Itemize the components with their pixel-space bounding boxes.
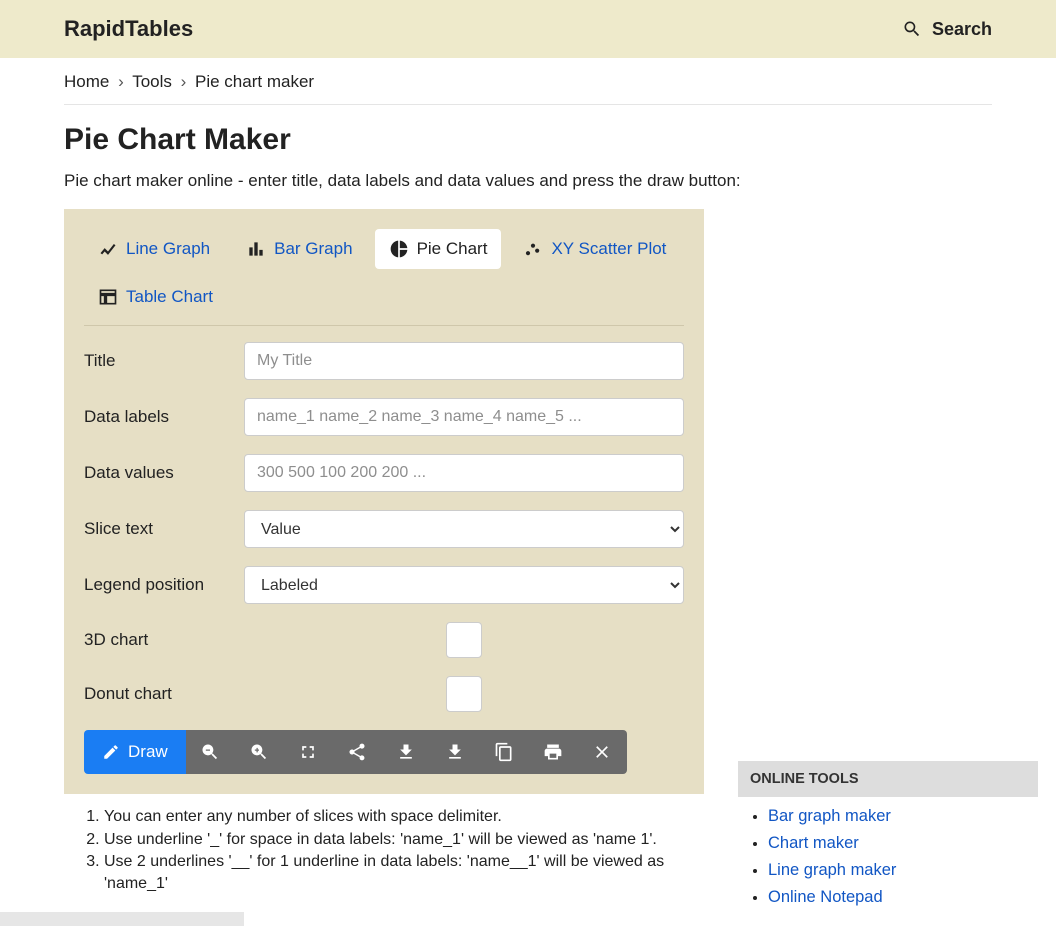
download-icon <box>396 742 416 762</box>
donut-chart-label: Donut chart <box>84 684 224 704</box>
pie-chart-icon <box>389 239 409 259</box>
action-bar: Draw <box>84 730 684 774</box>
zoom-in-button[interactable] <box>235 730 284 774</box>
bottom-stub <box>0 912 244 926</box>
slice-text-label: Slice text <box>84 519 224 539</box>
tab-xy-scatter[interactable]: XY Scatter Plot <box>509 229 680 269</box>
zoom-out-button[interactable] <box>186 730 235 774</box>
table-icon <box>98 287 118 307</box>
sidebar-link-notepad[interactable]: Online Notepad <box>768 888 883 906</box>
3d-chart-checkbox[interactable] <box>446 622 482 658</box>
tab-pie-chart[interactable]: Pie Chart <box>375 229 502 269</box>
zoom-out-icon <box>200 742 220 762</box>
draw-label: Draw <box>128 742 168 762</box>
legend-position-select[interactable]: Labeled <box>244 566 684 604</box>
download-alt-icon <box>445 742 465 762</box>
share-icon <box>347 742 367 762</box>
tab-label: Table Chart <box>126 287 213 307</box>
download-alt-button[interactable] <box>431 730 480 774</box>
slice-text-select[interactable]: Value <box>244 510 684 548</box>
print-icon <box>543 742 563 762</box>
donut-chart-checkbox[interactable] <box>446 676 482 712</box>
note-item: Use 2 underlines '__' for 1 underline in… <box>104 851 704 894</box>
online-tools-box: ONLINE TOOLS Bar graph maker Chart maker… <box>738 761 1038 907</box>
close-icon <box>592 742 612 762</box>
page-title: Pie Chart Maker <box>64 123 992 157</box>
copy-icon <box>494 742 514 762</box>
tab-label: Line Graph <box>126 239 210 259</box>
fullscreen-button[interactable] <box>284 730 333 774</box>
chart-panel: Line Graph Bar Graph Pie Chart XY Scatte… <box>64 209 704 794</box>
legend-position-label: Legend position <box>84 575 224 595</box>
scatter-icon <box>523 239 543 259</box>
share-button[interactable] <box>333 730 382 774</box>
notes-list: You can enter any number of slices with … <box>64 806 704 894</box>
print-button[interactable] <box>529 730 578 774</box>
intro-text: Pie chart maker online - enter title, da… <box>64 171 992 191</box>
note-item: Use underline '_' for space in data labe… <box>104 829 704 851</box>
chart-type-tabs: Line Graph Bar Graph Pie Chart XY Scatte… <box>84 229 684 326</box>
search-icon <box>902 19 922 39</box>
zoom-in-icon <box>249 742 269 762</box>
download-button[interactable] <box>382 730 431 774</box>
tab-label: XY Scatter Plot <box>551 239 666 259</box>
tab-line-graph[interactable]: Line Graph <box>84 229 224 269</box>
title-input[interactable] <box>244 342 684 380</box>
copy-button[interactable] <box>480 730 529 774</box>
site-logo[interactable]: RapidTables <box>64 16 193 42</box>
title-label: Title <box>84 351 224 371</box>
breadcrumb-current: Pie chart maker <box>195 72 314 91</box>
breadcrumb: Home › Tools › Pie chart maker <box>64 58 992 105</box>
data-labels-label: Data labels <box>84 407 224 427</box>
edit-icon <box>102 743 120 761</box>
breadcrumb-home[interactable]: Home <box>64 72 109 91</box>
fullscreen-icon <box>298 742 318 762</box>
sidebar-link-bar-graph[interactable]: Bar graph maker <box>768 807 891 825</box>
tab-label: Bar Graph <box>274 239 352 259</box>
sidebar-link-line-graph[interactable]: Line graph maker <box>768 861 896 879</box>
search-button[interactable]: Search <box>902 19 992 40</box>
data-values-label: Data values <box>84 463 224 483</box>
tab-table-chart[interactable]: Table Chart <box>84 277 227 317</box>
online-tools-heading: ONLINE TOOLS <box>738 761 1038 797</box>
draw-button[interactable]: Draw <box>84 730 186 774</box>
3d-chart-label: 3D chart <box>84 630 224 650</box>
tab-label: Pie Chart <box>417 239 488 259</box>
data-labels-input[interactable] <box>244 398 684 436</box>
breadcrumb-tools[interactable]: Tools <box>132 72 172 91</box>
close-button[interactable] <box>578 730 627 774</box>
line-chart-icon <box>98 239 118 259</box>
note-item: You can enter any number of slices with … <box>104 806 704 828</box>
tab-bar-graph[interactable]: Bar Graph <box>232 229 366 269</box>
sidebar-link-chart-maker[interactable]: Chart maker <box>768 834 859 852</box>
search-label: Search <box>932 19 992 40</box>
data-values-input[interactable] <box>244 454 684 492</box>
bar-chart-icon <box>246 239 266 259</box>
